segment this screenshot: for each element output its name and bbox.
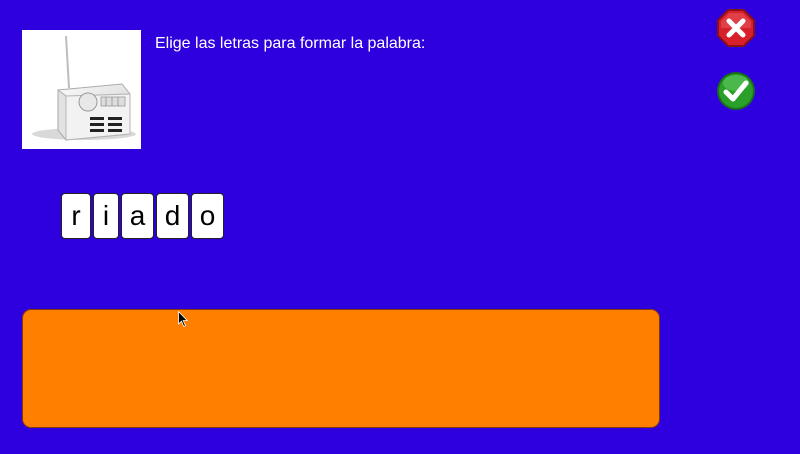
mouse-pointer-icon xyxy=(178,311,188,328)
letter-tile-o[interactable]: o xyxy=(191,193,224,239)
answer-drop-area[interactable] xyxy=(22,309,660,428)
cancel-button[interactable] xyxy=(716,8,756,48)
check-icon xyxy=(717,72,755,110)
confirm-button[interactable] xyxy=(716,71,756,111)
radio-icon xyxy=(32,35,136,142)
letter-tile-r[interactable]: r xyxy=(61,193,91,239)
letter-tile-a[interactable]: a xyxy=(121,193,154,239)
letter-tiles: r i a d o xyxy=(61,193,224,239)
instruction-text: Elige las letras para formar la palabra: xyxy=(155,35,426,52)
letter-tile-i[interactable]: i xyxy=(93,193,119,239)
letter-tile-d[interactable]: d xyxy=(156,193,189,239)
word-picture xyxy=(22,30,141,149)
close-icon xyxy=(717,9,755,47)
